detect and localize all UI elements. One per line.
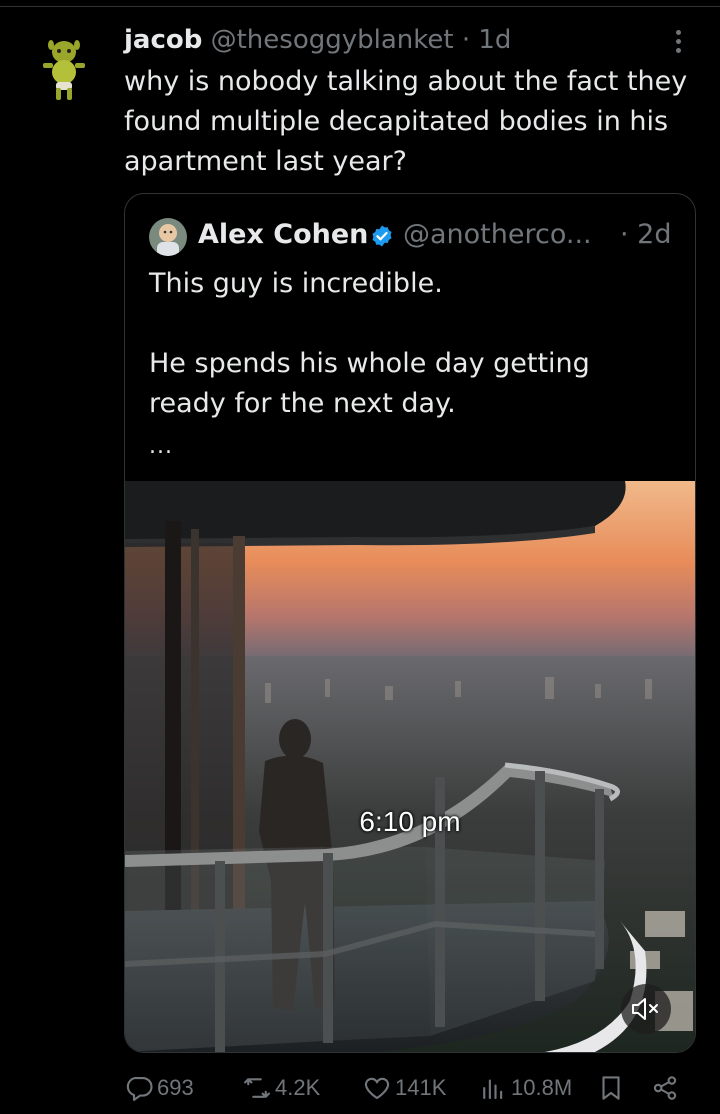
repost-icon [242, 1073, 272, 1103]
views-button[interactable]: 10.8M [478, 1068, 572, 1108]
top-divider [0, 6, 720, 7]
reply-count: 693 [157, 1075, 194, 1100]
mute-icon[interactable] [621, 984, 671, 1034]
more-icon[interactable] [668, 30, 688, 58]
like-count: 141K [395, 1075, 447, 1100]
video-caption: 6:10 pm [359, 806, 461, 837]
quote-ellipsis: ... [149, 434, 173, 459]
quote-line-1: This guy is incredible. [149, 268, 443, 299]
bookmark-button[interactable] [596, 1068, 626, 1108]
reply-button[interactable]: 693 [124, 1068, 194, 1108]
post-header: jacob @thesoggyblanket · 1d [124, 22, 511, 58]
quote-tweet-card[interactable]: Alex Cohen @anotherco... · 2d This guy i… [124, 193, 696, 1053]
quote-time[interactable]: · 2d [620, 216, 671, 254]
bookmark-icon [596, 1073, 626, 1103]
quote-line-2: He spends his whole day getting ready fo… [149, 348, 590, 419]
quote-author-avatar[interactable] [149, 218, 187, 256]
share-button[interactable] [650, 1068, 680, 1108]
views-icon [478, 1073, 508, 1103]
action-bar: 693 4.2K 141K 10.8M [0, 1068, 720, 1108]
verified-badge-icon [370, 224, 394, 248]
repost-count: 4.2K [275, 1075, 321, 1100]
views-count: 10.8M [511, 1075, 573, 1100]
repost-button[interactable]: 4.2K [242, 1068, 320, 1108]
quote-author-handle[interactable]: @anotherco... [403, 216, 592, 254]
share-icon [650, 1073, 680, 1103]
post-time[interactable]: 1d [478, 25, 511, 55]
author-handle[interactable]: @thesoggyblanket [211, 25, 454, 55]
quote-video[interactable]: 6:10 pm [125, 481, 695, 1052]
author-name[interactable]: jacob [124, 25, 202, 55]
quote-author-name[interactable]: Alex Cohen [198, 216, 368, 254]
quote-text: This guy is incredible. He spends his wh… [149, 264, 669, 424]
like-icon [362, 1073, 392, 1103]
separator-dot: · [461, 25, 471, 55]
like-button[interactable]: 141K [362, 1068, 446, 1108]
post-text: why is nobody talking about the fact the… [124, 66, 688, 177]
author-avatar[interactable] [38, 36, 90, 102]
reply-icon [124, 1073, 154, 1103]
